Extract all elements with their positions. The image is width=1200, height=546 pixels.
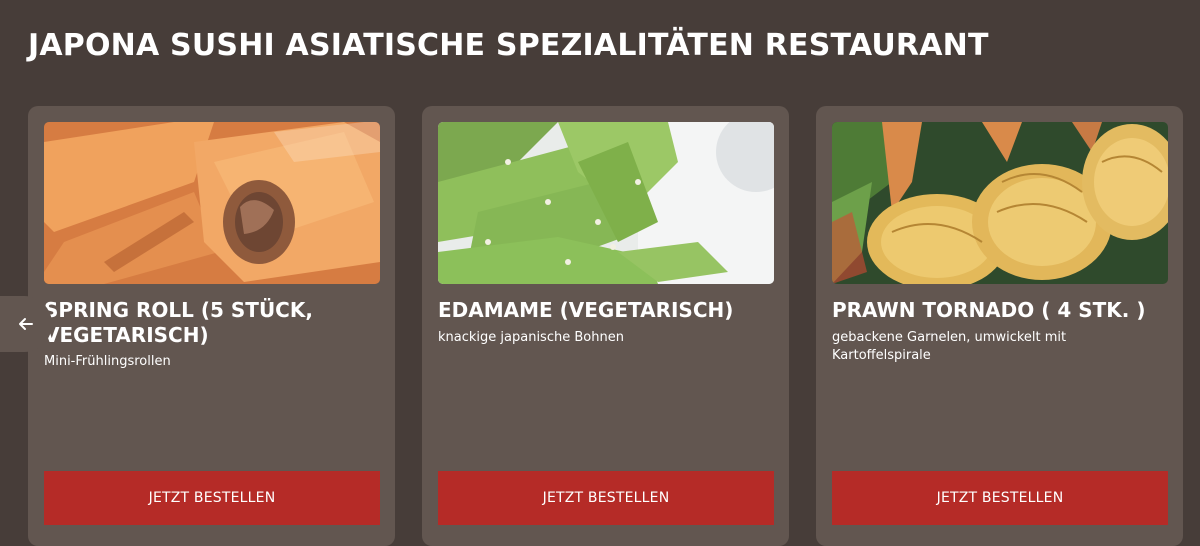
- spring-roll-image: [44, 122, 380, 284]
- prawn-tornado-image: [832, 122, 1168, 284]
- edamame-image: [438, 122, 774, 284]
- card-description: knackige japanische Bohnen: [438, 330, 624, 345]
- arrow-left-icon: [19, 318, 33, 330]
- order-button[interactable]: JETZT BESTELLEN: [438, 471, 774, 525]
- card-title: SPRING ROLL (5 STÜCK, VEGETARISCH): [44, 298, 313, 347]
- page-title: JAPONA SUSHI ASIATISCHE SPEZIALITÄTEN RE…: [28, 28, 989, 63]
- order-button[interactable]: JETZT BESTELLEN: [832, 471, 1168, 525]
- menu-card-prawn-tornado: PRAWN TORNADO ( 4 STK. ) gebackene Garne…: [816, 106, 1183, 546]
- menu-card-spring-roll: SPRING ROLL (5 STÜCK, VEGETARISCH) Mini-…: [28, 106, 395, 546]
- menu-card-edamame: EDAMAME (VEGETARISCH) knackige japanisch…: [422, 106, 789, 546]
- order-button[interactable]: JETZT BESTELLEN: [44, 471, 380, 525]
- card-title: EDAMAME (VEGETARISCH): [438, 298, 734, 322]
- card-description: gebackene Garnelen, umwickelt mit Kartof…: [832, 330, 1067, 363]
- card-description: Mini-Frühlingsrollen: [44, 354, 171, 369]
- card-title: PRAWN TORNADO ( 4 STK. ): [832, 298, 1146, 322]
